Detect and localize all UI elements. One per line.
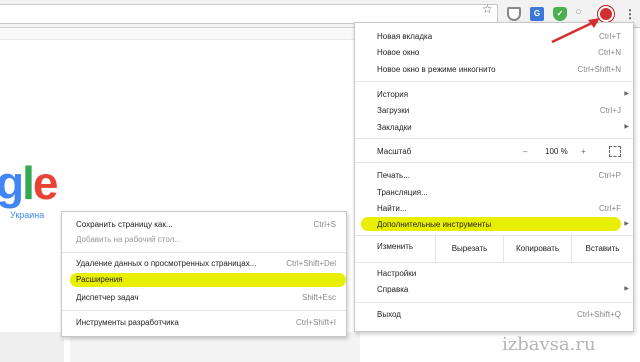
menu-item-find[interactable]: Найти... Ctrl+F xyxy=(355,201,633,216)
page-card xyxy=(0,332,64,362)
fullscreen-icon[interactable] xyxy=(609,146,621,157)
submenu-arrow-icon: ▶ xyxy=(624,124,629,130)
menu-separator xyxy=(62,310,346,311)
menu-item-bookmarks[interactable]: Закладки ▶ xyxy=(355,120,633,135)
menu-item-help[interactable]: Справка ▶ xyxy=(355,282,633,297)
menu-item-new-window[interactable]: Новое окно Ctrl+N xyxy=(355,45,633,60)
menu-item-downloads[interactable]: Загрузки Ctrl+J xyxy=(355,103,633,118)
menu-separator xyxy=(355,81,633,82)
address-bar[interactable] xyxy=(0,4,498,24)
submenu-item-dev-tools[interactable]: Инструменты разработчика Ctrl+Shift+I xyxy=(62,316,346,330)
menu-item-exit[interactable]: Выход Ctrl+Shift+Q xyxy=(355,307,633,322)
menu-separator xyxy=(355,162,633,163)
menu-separator xyxy=(355,262,633,263)
menu-item-incognito[interactable]: Новое окно в режиме инкогнито Ctrl+Shift+… xyxy=(355,62,633,77)
submenu-item-clear-data[interactable]: Удаление данных о просмотренных страница… xyxy=(62,257,346,271)
menu-dots-icon[interactable]: ⋮ xyxy=(624,5,636,23)
edit-row: Изменить Вырезать Копировать Вставить xyxy=(355,236,633,262)
menu-item-history[interactable]: История ▶ xyxy=(355,87,633,102)
zoom-in-button[interactable]: + xyxy=(581,144,586,159)
bookmark-star-icon[interactable]: ☆ xyxy=(482,2,493,16)
menu-item-settings[interactable]: Настройки xyxy=(355,266,633,281)
paste-button[interactable]: Вставить xyxy=(571,236,633,262)
zoom-out-button[interactable]: – xyxy=(523,144,527,159)
menu-item-print[interactable]: Печать... Ctrl+P xyxy=(355,168,633,183)
cut-button[interactable]: Вырезать xyxy=(435,236,503,262)
copy-button[interactable]: Копировать xyxy=(503,236,571,262)
submenu-item-add-desktop: Добавить на рабочий стол... xyxy=(76,235,181,244)
menu-item-cast[interactable]: Трансляция... xyxy=(355,185,633,200)
menu-separator xyxy=(355,138,633,139)
chrome-main-menu: Новая вкладка Ctrl+T Новое окно Ctrl+N Нов… xyxy=(354,22,634,332)
region-label: Украина xyxy=(10,210,45,220)
submenu-item-save-page[interactable]: Сохранить страницу как... Ctrl+S xyxy=(62,218,346,232)
submenu-arrow-icon: ▶ xyxy=(624,221,629,227)
shield-extension-icon[interactable] xyxy=(507,7,521,21)
google-logo: gle xyxy=(0,157,58,209)
submenu-item-task-manager[interactable]: Диспетчер задач Shift+Esc xyxy=(62,291,346,305)
menu-separator xyxy=(62,252,346,253)
menu-item-zoom: Масштаб – 100 % + xyxy=(355,144,633,159)
zoom-value: 100 % xyxy=(545,147,568,156)
submenu-item-extensions[interactable]: Расширения xyxy=(62,273,346,287)
more-tools-submenu: Сохранить страницу как... Ctrl+S Добавить… xyxy=(61,211,347,337)
watermark: izbavsa.ru xyxy=(502,334,596,355)
menu-item-more-tools[interactable]: Дополнительные инструменты ▶ xyxy=(355,217,633,232)
submenu-arrow-icon: ▶ xyxy=(624,286,629,292)
menu-separator xyxy=(355,302,633,303)
page-header-strip xyxy=(0,28,355,40)
red-pointer-arrow-icon xyxy=(551,18,600,44)
submenu-arrow-icon: ▶ xyxy=(624,91,629,97)
translate-extension-icon[interactable]: G xyxy=(530,7,544,21)
